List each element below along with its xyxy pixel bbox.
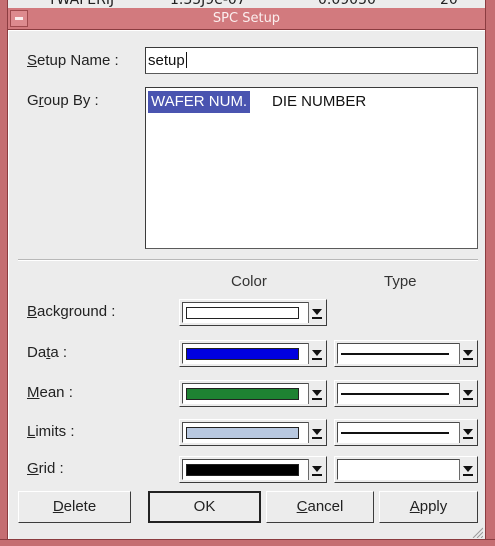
dropdown-arrow[interactable] (459, 343, 475, 364)
limits-label: Limits : (27, 423, 75, 440)
background-label: Background : (27, 303, 116, 320)
grid-color-swatch (186, 464, 299, 476)
setup-name-input[interactable]: setup (145, 47, 478, 74)
limits-color-dropdown[interactable] (179, 419, 327, 446)
separator (18, 259, 478, 261)
mean-color-dropdown[interactable] (179, 380, 327, 407)
data-label: Data : (27, 344, 68, 361)
chevron-down-icon (312, 309, 322, 315)
mean-color-swatch (186, 388, 299, 400)
background-cell: 0.09050 (318, 0, 376, 8)
window-frame-bottom[interactable] (0, 539, 495, 546)
group-by-label: Group By : (27, 92, 99, 109)
dropdown-arrow[interactable] (459, 422, 475, 443)
background-cell: TWAFERIJ (48, 0, 115, 8)
dropdown-arrow[interactable] (308, 383, 324, 404)
grid-color-dropdown[interactable] (179, 456, 327, 483)
solid-line-icon (341, 393, 449, 395)
dropdown-arrow[interactable] (308, 343, 324, 364)
group-item-die-number[interactable]: DIE NUMBER (269, 91, 369, 113)
limits-type-dropdown[interactable] (334, 419, 478, 446)
window-frame-left[interactable] (0, 0, 8, 546)
limits-color-swatch (186, 427, 299, 439)
data-type-dropdown[interactable] (334, 340, 478, 367)
chevron-down-icon (463, 429, 473, 435)
chevron-down-icon (463, 350, 473, 356)
ok-button[interactable]: OK (148, 491, 261, 523)
data-color-dropdown[interactable] (179, 340, 327, 367)
chevron-down-icon (312, 390, 322, 396)
window-title: SPC Setup (212, 11, 281, 26)
dropdown-arrow[interactable] (459, 383, 475, 404)
data-color-swatch (186, 348, 299, 360)
mean-label: Mean : (27, 384, 73, 401)
dropdown-arrow[interactable] (308, 302, 324, 323)
chevron-down-icon (312, 466, 322, 472)
cancel-button[interactable]: Cancel (266, 491, 374, 523)
solid-line-icon (341, 432, 449, 434)
chevron-down-icon (312, 350, 322, 356)
background-cell: 1.35J9e-07 (170, 0, 246, 8)
dropdown-arrow[interactable] (308, 459, 324, 480)
background-window-strip: TWAFERIJ 1.35J9e-07 0.09050 20 (0, 0, 495, 8)
chevron-down-icon (463, 390, 473, 396)
setup-name-label: Setup Name : (27, 52, 119, 69)
mean-type-dropdown[interactable] (334, 380, 478, 407)
color-column-header: Color (231, 273, 267, 290)
type-column-header: Type (384, 273, 417, 290)
grid-label: Grid : (27, 460, 64, 477)
chevron-down-icon (312, 429, 322, 435)
apply-button[interactable]: Apply (379, 491, 478, 523)
background-color-swatch (186, 307, 299, 319)
window-frame-right[interactable] (485, 0, 495, 546)
background-cell: 20 (440, 0, 458, 8)
group-by-list[interactable]: WAFER NUM. DIE NUMBER (145, 87, 478, 249)
background-color-dropdown[interactable] (179, 299, 327, 326)
group-item-wafer-num[interactable]: WAFER NUM. (148, 91, 251, 113)
delete-button[interactable]: Delete (18, 491, 131, 523)
chevron-down-icon (463, 466, 473, 472)
solid-line-icon (341, 353, 449, 355)
title-bar[interactable]: SPC Setup (8, 8, 485, 30)
dropdown-arrow[interactable] (308, 422, 324, 443)
grid-type-dropdown[interactable] (334, 456, 478, 483)
dropdown-arrow[interactable] (459, 459, 475, 480)
text-caret (185, 52, 187, 68)
resize-grip-icon[interactable] (470, 526, 483, 538)
